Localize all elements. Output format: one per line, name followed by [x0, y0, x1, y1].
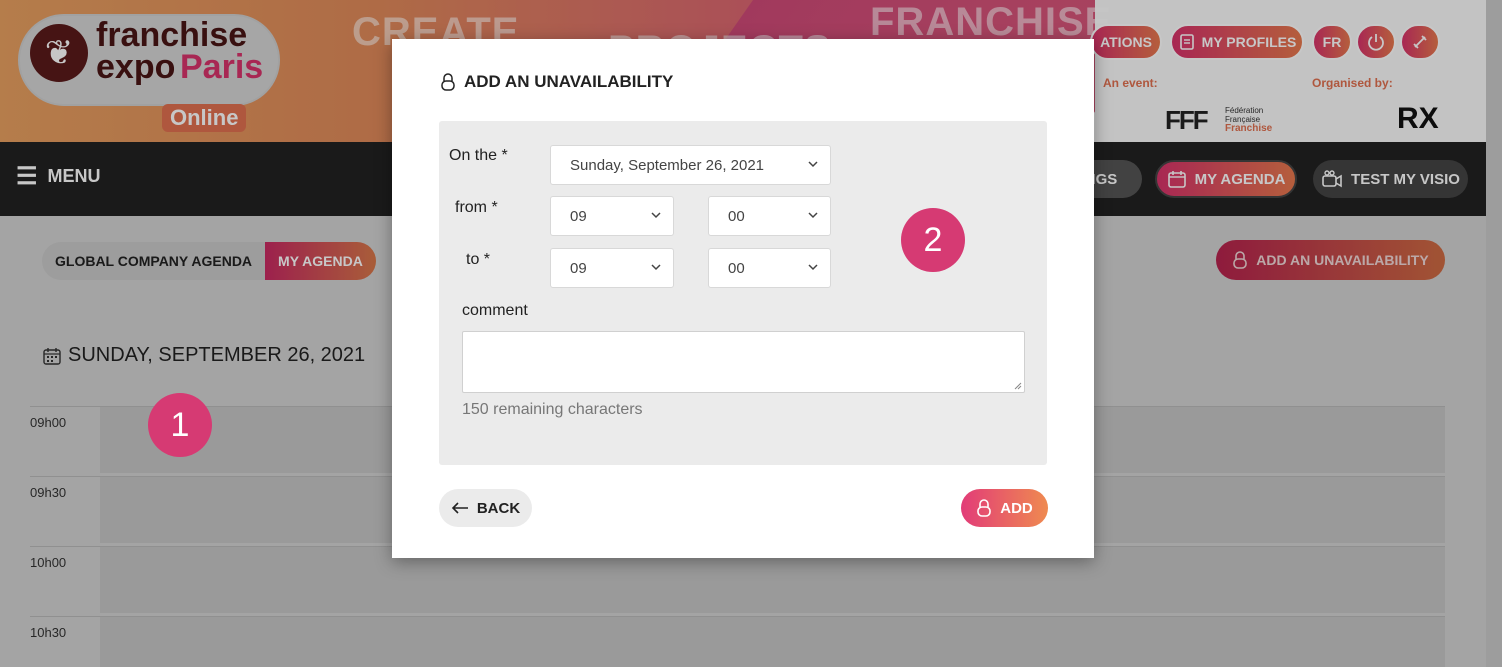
chevron-down-icon: [808, 264, 818, 271]
to-hour-value: 09: [570, 259, 587, 277]
to-label: to *: [466, 251, 491, 268]
add-button[interactable]: ADD: [961, 489, 1048, 527]
from-minute-select[interactable]: 00: [708, 196, 831, 236]
from-hour-value: 09: [570, 207, 587, 225]
comment-label: comment: [462, 302, 528, 319]
annotation-badge-2: 2: [901, 208, 965, 272]
arrow-left-icon: [451, 502, 468, 514]
modal-title-text: ADD AN UNAVAILABILITY: [464, 72, 674, 91]
chevron-down-icon: [651, 212, 661, 219]
unavailability-form: On the * Sunday, September 26, 2021 from…: [439, 121, 1047, 465]
from-hour-select[interactable]: 09: [550, 196, 674, 236]
lock-icon: [441, 73, 455, 91]
to-minute-select[interactable]: 00: [708, 248, 831, 288]
remaining-characters: 150 remaining characters: [462, 401, 643, 418]
from-label: from *: [455, 199, 498, 216]
chevron-down-icon: [808, 212, 818, 219]
chevron-down-icon: [651, 264, 661, 271]
from-minute-value: 00: [728, 207, 745, 225]
to-hour-select[interactable]: 09: [550, 248, 674, 288]
back-button[interactable]: BACK: [439, 489, 532, 527]
add-label: ADD: [1000, 499, 1033, 517]
chevron-down-icon: [808, 161, 818, 168]
annotation-badge-1: 1: [148, 393, 212, 457]
on-the-label: On the *: [449, 147, 508, 164]
modal-title: ADD AN UNAVAILABILITY: [440, 72, 673, 92]
to-minute-value: 00: [728, 259, 745, 277]
add-unavailability-modal: ADD AN UNAVAILABILITY On the * Sunday, S…: [392, 39, 1094, 558]
date-select[interactable]: Sunday, September 26, 2021: [550, 145, 831, 185]
date-select-value: Sunday, September 26, 2021: [570, 156, 765, 174]
lock-icon: [977, 499, 992, 517]
back-label: BACK: [476, 499, 521, 517]
resize-grip-icon[interactable]: [1014, 382, 1022, 390]
comment-textarea[interactable]: [462, 331, 1025, 393]
